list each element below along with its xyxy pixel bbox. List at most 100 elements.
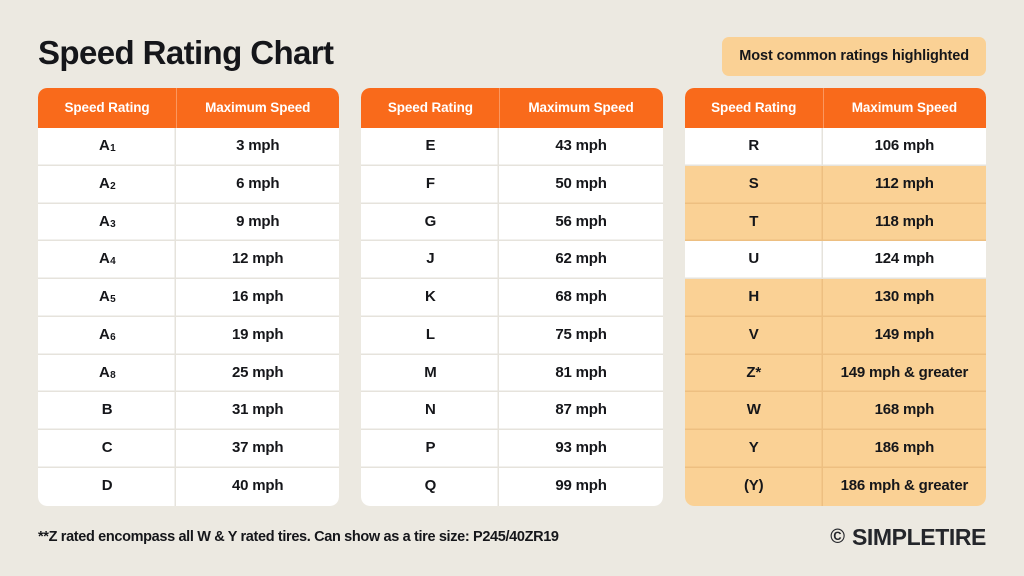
cell-speed-rating: W xyxy=(685,392,823,430)
cell-speed-rating: A4 xyxy=(38,241,176,279)
cell-maximum-speed: 40 mph xyxy=(232,476,284,494)
rating-subscript: 6 xyxy=(110,331,116,343)
cell-speed-rating: D xyxy=(38,468,176,506)
table-row: A6 19 mph xyxy=(38,316,340,355)
cell-speed-rating: A1 xyxy=(38,128,176,166)
table-row: Q 99 mph xyxy=(361,467,663,506)
legend-badge: Most common ratings highlighted xyxy=(722,36,986,76)
table-row: M 81 mph xyxy=(361,354,663,393)
table-row: (Y) 186 mph & greater xyxy=(684,467,986,506)
cell-speed-rating: F xyxy=(361,166,499,204)
cell-maximum-speed: 16 mph xyxy=(232,288,284,305)
cell-maximum-speed: 149 mph & greater xyxy=(840,363,969,381)
table-row: R 106 mph xyxy=(684,128,986,166)
table-row: P 93 mph xyxy=(361,430,663,468)
table-row: B 31 mph xyxy=(38,392,340,430)
page-footer: **Z rated encompass all W & Y rated tire… xyxy=(38,520,986,554)
cell-maximum-speed: 68 mph xyxy=(555,288,607,305)
column-header-speed-rating: Speed Rating xyxy=(711,100,797,115)
speed-rating-chart-page: Speed Rating Chart Most common ratings h… xyxy=(0,0,1024,576)
table-header-row: Speed Rating Maximum Speed xyxy=(38,88,340,128)
rating-subscript: 2 xyxy=(110,180,116,192)
cell-maximum-speed: 9 mph xyxy=(236,212,280,230)
cell-maximum-speed: 6 mph xyxy=(236,174,280,192)
rating-subscript: 5 xyxy=(110,294,116,305)
cell-speed-rating: N xyxy=(361,392,499,430)
table-row: A3 9 mph xyxy=(38,203,340,242)
cell-speed-rating: T xyxy=(685,204,823,242)
cell-maximum-speed: 3 mph xyxy=(236,137,280,154)
cell-speed-rating: A3 xyxy=(38,204,176,242)
cell-maximum-speed: 130 mph xyxy=(874,288,935,305)
table-row: H 130 mph xyxy=(684,279,986,317)
table-header-row: Speed Rating Maximum Speed xyxy=(684,88,986,128)
cell-speed-rating: A8 xyxy=(38,355,176,393)
rating-table: Speed Rating Maximum Speed A1 3 mph A2 6 mph A… xyxy=(38,88,340,506)
brand-name: SIMPLETIRE xyxy=(851,523,986,550)
table-row: C 37 mph xyxy=(38,430,340,468)
cell-speed-rating: B xyxy=(38,392,176,430)
rating-table: Speed Rating Maximum Speed R 106 mph S 112 mp… xyxy=(684,88,986,506)
cell-speed-rating: Q xyxy=(361,468,499,506)
table-row: A1 3 mph xyxy=(38,128,340,166)
table-row: T 118 mph xyxy=(684,203,986,242)
table-row: Y 186 mph xyxy=(684,430,986,468)
cell-speed-rating: Z* xyxy=(685,355,823,393)
cell-maximum-speed: 118 mph xyxy=(875,212,934,230)
table-row: Z* 149 mph & greater xyxy=(684,354,986,393)
rating-subscript: 1 xyxy=(110,143,116,154)
rating-table: Speed Rating Maximum Speed E 43 mph F 50 mph G… xyxy=(361,88,663,506)
page-header: Speed Rating Chart Most common ratings h… xyxy=(38,26,986,78)
cell-speed-rating: A5 xyxy=(38,279,176,317)
simpletire-logo: © SIMPLETIRE xyxy=(830,523,986,550)
cell-maximum-speed: 186 mph & greater xyxy=(840,476,969,494)
table-row: W 168 mph xyxy=(684,392,986,430)
cell-maximum-speed: 50 mph xyxy=(555,174,607,192)
table-row: S 112 mph xyxy=(684,165,986,204)
cell-maximum-speed: 168 mph xyxy=(874,401,935,419)
column-header-maximum-speed: Maximum Speed xyxy=(176,88,339,128)
cell-maximum-speed: 12 mph xyxy=(232,250,284,268)
cell-speed-rating: E xyxy=(361,128,499,166)
cell-speed-rating: C xyxy=(38,430,176,468)
cell-speed-rating: G xyxy=(361,204,499,242)
cell-speed-rating: Y xyxy=(685,430,823,468)
table-row: A4 12 mph xyxy=(38,241,340,279)
cell-maximum-speed: 149 mph xyxy=(874,325,935,343)
table-row: E 43 mph xyxy=(361,128,663,166)
cell-speed-rating: H xyxy=(685,279,823,317)
rating-subscript: 8 xyxy=(110,369,116,381)
tables-container: Speed Rating Maximum Speed A1 3 mph A2 6 mph A… xyxy=(38,88,986,506)
page-title: Speed Rating Chart xyxy=(38,33,334,71)
cell-maximum-speed: 43 mph xyxy=(555,137,607,154)
cell-maximum-speed: 112 mph xyxy=(875,174,934,192)
cell-speed-rating: M xyxy=(361,355,499,393)
table-row: J 62 mph xyxy=(361,241,663,279)
table-row: D 40 mph xyxy=(38,467,340,506)
table-row: N 87 mph xyxy=(361,392,663,430)
cell-maximum-speed: 19 mph xyxy=(232,325,284,343)
cell-maximum-speed: 81 mph xyxy=(555,363,607,381)
cell-maximum-speed: 99 mph xyxy=(555,476,607,494)
column-header-maximum-speed: Maximum Speed xyxy=(499,88,662,128)
cell-speed-rating: P xyxy=(361,430,499,468)
column-header-speed-rating: Speed Rating xyxy=(64,100,150,115)
table-row: G 56 mph xyxy=(361,203,663,242)
cell-maximum-speed: 93 mph xyxy=(555,439,607,456)
cell-speed-rating: U xyxy=(685,241,823,279)
cell-speed-rating: A2 xyxy=(38,166,176,204)
cell-speed-rating: R xyxy=(685,128,823,166)
cell-maximum-speed: 62 mph xyxy=(555,250,607,268)
table-row: U 124 mph xyxy=(684,241,986,279)
cell-maximum-speed: 87 mph xyxy=(555,401,607,419)
cell-maximum-speed: 37 mph xyxy=(232,439,284,456)
table-row: A8 25 mph xyxy=(38,354,340,393)
table-row: V 149 mph xyxy=(684,316,986,355)
cell-speed-rating: S xyxy=(685,166,823,204)
cell-maximum-speed: 186 mph xyxy=(874,439,935,456)
cell-speed-rating: (Y) xyxy=(685,468,823,506)
table-row: A5 16 mph xyxy=(38,279,340,317)
rating-subscript: 3 xyxy=(110,218,116,230)
cell-speed-rating: K xyxy=(361,279,499,317)
table-header-row: Speed Rating Maximum Speed xyxy=(361,88,663,128)
